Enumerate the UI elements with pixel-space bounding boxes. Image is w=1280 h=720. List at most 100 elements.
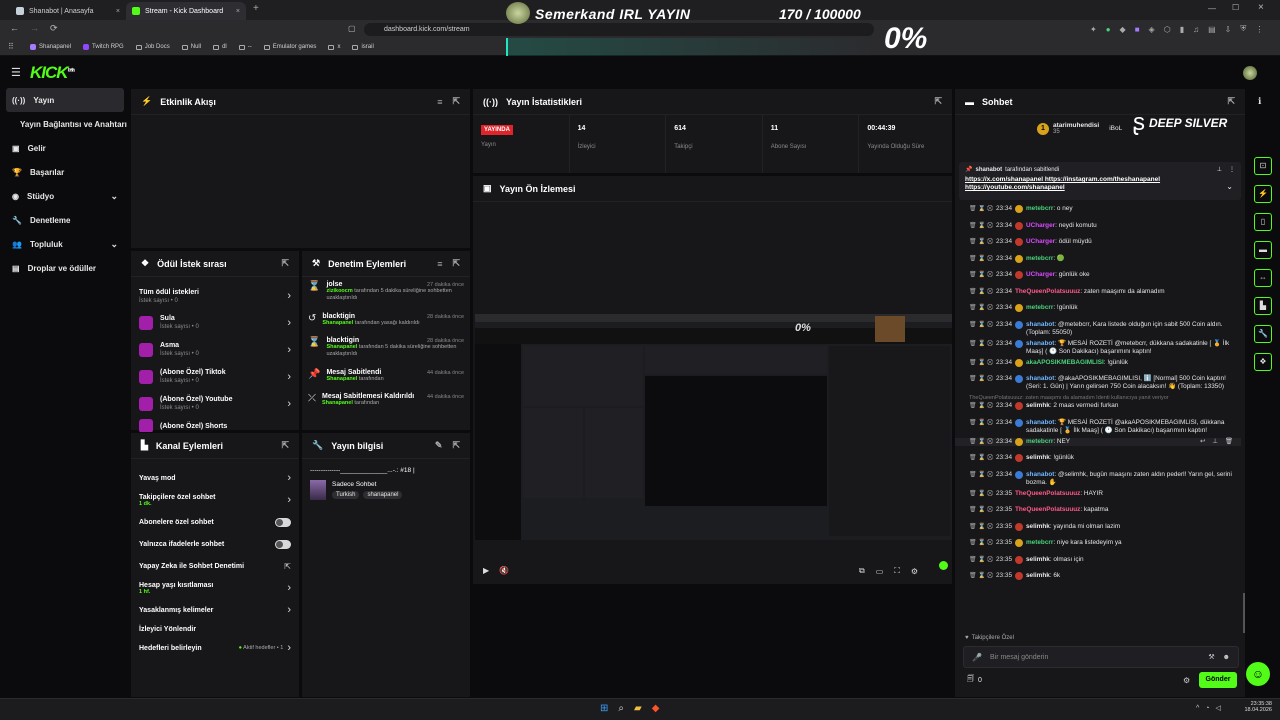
theater-icon[interactable]: ⧉ xyxy=(859,566,865,576)
maximize-icon[interactable]: ☐ xyxy=(1232,3,1239,12)
ban-icon[interactable]: ⛒ xyxy=(987,419,993,427)
message-username[interactable]: selimhk xyxy=(1026,523,1050,530)
start-icon[interactable]: ⊞ xyxy=(600,703,608,714)
timeout-icon[interactable]: ⌛ xyxy=(978,402,985,410)
message-username[interactable]: selimhk xyxy=(1026,572,1050,579)
network-icon[interactable]: ◔ xyxy=(1205,705,1209,712)
bookmark-item[interactable]: Shanapanel xyxy=(30,44,71,50)
popout-icon[interactable]: ⇱ xyxy=(452,258,460,269)
reward-item[interactable]: Asma İstek sayısı • 0 › xyxy=(139,336,291,363)
rail-button-lightning[interactable]: ⚡ xyxy=(1254,185,1272,203)
delete-icon[interactable]: 🗑 xyxy=(969,205,977,213)
reply-icon[interactable]: ↩ xyxy=(1200,438,1205,446)
extension-icon[interactable]: ⬡ xyxy=(1164,25,1171,34)
folder-icon[interactable]: ▰ xyxy=(634,703,642,714)
reward-item[interactable]: Sula İstek sayısı • 0 › xyxy=(139,309,291,336)
chat-scrollbar[interactable] xyxy=(1243,593,1245,633)
bookmark-item[interactable]: Twitch RPG xyxy=(83,44,124,50)
delete-icon[interactable]: 🗑 xyxy=(969,359,977,367)
ban-icon[interactable]: ⛒ xyxy=(987,255,993,263)
goals-row[interactable]: Hedefleri belirleyin ● Aktif hedefler • 1… xyxy=(139,637,291,659)
ban-icon[interactable]: ⛒ xyxy=(987,238,993,246)
reward-item[interactable]: (Abone Özel) Tiktok İstek sayısı • 0 › xyxy=(139,363,291,390)
apps-icon[interactable]: ⠿ xyxy=(8,42,14,51)
timeout-icon[interactable]: ⌛ xyxy=(978,454,985,462)
bookmark-item[interactable]: dl xyxy=(213,44,227,50)
message-username[interactable]: metebcrr xyxy=(1026,304,1053,311)
panel-icon[interactable]: ▤ xyxy=(1208,25,1216,34)
ban-icon[interactable]: ⛒ xyxy=(987,288,993,296)
timeout-icon[interactable]: ⌛ xyxy=(978,375,985,383)
reward-item[interactable]: (Abone Özel) Youtube İstek sayısı • 0 › xyxy=(139,390,291,417)
timeout-icon[interactable]: ⌛ xyxy=(978,340,985,348)
delete-icon[interactable]: 🗑 xyxy=(969,454,977,462)
message-username[interactable]: metebcrr xyxy=(1026,255,1053,262)
timeout-icon[interactable]: ⌛ xyxy=(978,222,985,230)
timeout-icon[interactable]: ⌛ xyxy=(978,438,985,446)
rail-button-shield[interactable]: ▯ xyxy=(1254,213,1272,231)
delete-icon[interactable]: 🗑 xyxy=(969,238,977,246)
clip-icon[interactable]: ▭ xyxy=(876,567,884,576)
chevron-down-icon[interactable]: ⌄ xyxy=(1226,182,1233,191)
raid-row[interactable]: İzleyici Yönlendir xyxy=(139,621,291,637)
send-button[interactable]: Gönder xyxy=(1199,672,1237,688)
forward-icon[interactable]: → xyxy=(30,23,39,33)
mod-action-item[interactable]: ⤫ Mesaj Sabitlemesi Kaldırıldı 44 dakika … xyxy=(308,393,464,417)
reload-icon[interactable]: ⟳ xyxy=(50,23,58,34)
rail-button-screenshot[interactable]: ⊡ xyxy=(1254,157,1272,175)
timeout-icon[interactable]: ⌛ xyxy=(978,205,985,213)
timeout-icon[interactable]: ⌛ xyxy=(978,490,985,498)
extension-icon[interactable]: ◈ xyxy=(1149,25,1155,34)
popout-icon[interactable]: ⇱ xyxy=(452,96,460,107)
ban-icon[interactable]: ⛒ xyxy=(987,271,993,279)
timeout-icon[interactable]: ⌛ xyxy=(978,359,985,367)
menu-icon[interactable]: ⋮ xyxy=(1255,25,1263,34)
chat-message[interactable]: 🗑 ⌛ ⛒ 23:35 metebcrr: niye kara listedeyim y… xyxy=(955,539,1241,547)
mod-action-item[interactable]: ↺ blacktigin 28 dakika önce Shanapanel ta… xyxy=(308,313,464,337)
rail-button-channel[interactable]: ▙ xyxy=(1254,297,1272,315)
message-username[interactable]: TheQueenPolatsuuuz xyxy=(1015,490,1080,497)
minimize-icon[interactable]: — xyxy=(1208,4,1216,13)
back-icon[interactable]: ← xyxy=(10,23,19,33)
brave-icon[interactable]: ◆ xyxy=(652,703,660,714)
delete-icon[interactable]: 🗑 xyxy=(969,321,977,329)
message-username[interactable]: selimhk xyxy=(1026,402,1050,409)
emote-icon[interactable]: ☻ xyxy=(1223,654,1230,661)
ban-icon[interactable]: ⛒ xyxy=(987,359,993,367)
extension-icon[interactable]: ■ xyxy=(1135,25,1140,34)
ban-icon[interactable]: ⛒ xyxy=(987,556,993,564)
chat-message[interactable]: 🗑 ⌛ ⛒ 23:34 UCharger: günlük oke xyxy=(955,271,1241,279)
popout-icon[interactable]: ⇱ xyxy=(281,440,289,451)
delete-icon[interactable]: 🗑 xyxy=(969,506,977,514)
chat-message[interactable]: 🗑 ⌛ ⛒ 23:34 metebcrr: NEY ↩ ⊥ 🗑 xyxy=(955,437,1241,446)
delete-icon[interactable]: 🗑 xyxy=(969,304,977,312)
downloads-icon[interactable]: ⇩ xyxy=(1225,25,1232,34)
message-username[interactable]: metebcrr xyxy=(1026,438,1053,445)
delete-icon[interactable]: 🗑 xyxy=(969,438,977,446)
ban-icon[interactable]: ⛒ xyxy=(987,539,993,547)
filter-icon[interactable]: ≡ xyxy=(437,259,442,269)
chat-message[interactable]: 🗑 ⌛ ⛒ 23:34 UCharger: ödül müydü xyxy=(955,238,1241,246)
timeout-icon[interactable]: ⌛ xyxy=(978,419,985,427)
chat-input[interactable]: 🎤 Bir mesaj gönderin ⚒ ☻ xyxy=(963,646,1239,668)
extension-icon[interactable]: ● xyxy=(1106,25,1111,34)
popout-icon[interactable]: ⇱ xyxy=(452,440,460,451)
delete-icon[interactable]: 🗑 xyxy=(969,402,977,410)
more-icon[interactable]: ⋮ xyxy=(1229,166,1235,173)
ban-icon[interactable]: ⛒ xyxy=(987,304,993,312)
chevron-up-icon[interactable]: ^ xyxy=(1196,705,1199,712)
mic-icon[interactable]: 🎤 xyxy=(972,653,982,662)
message-username[interactable]: shanabot xyxy=(1026,375,1054,382)
chat-message[interactable]: 🗑 ⌛ ⛒ 23:34 shanabot: @selimhk, bugün maaşın… xyxy=(955,470,1241,487)
rail-button-wrench[interactable]: 🔧 xyxy=(1254,325,1272,343)
chat-message[interactable]: 🗑 ⌛ ⛒ 23:34 shanabot: 🏆 MESAİ ROZETİ @akaAPO… xyxy=(955,418,1241,435)
delete-icon[interactable]: 🗑 xyxy=(969,419,977,427)
chat-message[interactable]: 🗑 ⌛ ⛒ 23:34 metebcrr: o ney xyxy=(955,205,1241,213)
message-username[interactable]: selimhk xyxy=(1026,556,1050,563)
mod-action-item[interactable]: ⌛ blacktigin 28 dakika önce Shanapanel ta… xyxy=(308,337,464,369)
chat-message[interactable]: 🗑 ⌛ ⛒ 23:35 selimhk: yayında mi olman lazim xyxy=(955,522,1241,531)
sidebar-item-yayin[interactable]: ((·)) Yayın xyxy=(6,88,124,112)
sidebar-item-stream-key[interactable]: Yayın Bağlantısı ve Anahtarı xyxy=(0,112,130,136)
message-username[interactable]: TheQueenPolatsuuuz xyxy=(1015,506,1080,513)
message-username[interactable]: shanabot xyxy=(1026,471,1054,478)
